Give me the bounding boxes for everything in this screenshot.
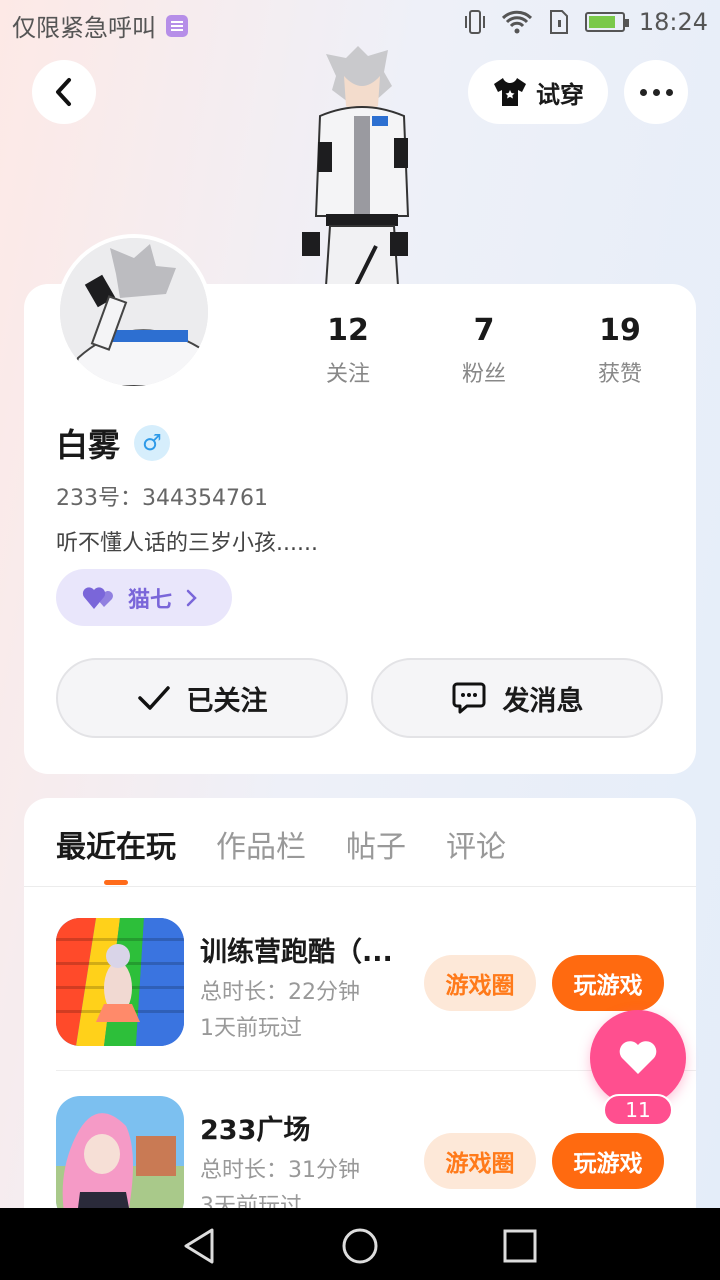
game-duration: 总时长：22分钟 bbox=[200, 980, 360, 1005]
character-figure bbox=[302, 46, 410, 286]
check-icon bbox=[137, 686, 170, 710]
nav-back-icon[interactable] bbox=[180, 1226, 220, 1266]
activity-card: 最近在玩 作品栏 帖子 评论 训练营跑酷（... 总时长：22分钟 1天前玩过 … bbox=[24, 798, 696, 1238]
game-title: 233广场 bbox=[200, 1115, 311, 1146]
sim-icon bbox=[549, 10, 568, 34]
vibrate-icon bbox=[464, 10, 485, 34]
stat-label: 粉丝 bbox=[461, 362, 506, 387]
game-icon bbox=[56, 918, 184, 1046]
stat-following[interactable]: 12 关注 bbox=[280, 313, 416, 388]
game-circle-button[interactable]: 游戏圈 bbox=[424, 955, 536, 1011]
stat-value: 7 bbox=[473, 313, 495, 348]
stat-fans[interactable]: 7 粉丝 bbox=[416, 313, 552, 388]
user-id: 233号：344354761 bbox=[56, 486, 268, 511]
avatar-image bbox=[60, 238, 208, 386]
cp-tag[interactable]: 猫七 bbox=[56, 569, 232, 626]
tab-recently-played[interactable]: 最近在玩 bbox=[56, 822, 176, 866]
cp-tag-label: 猫七 bbox=[128, 587, 173, 613]
system-nav-bar bbox=[0, 1208, 720, 1280]
followed-button[interactable]: 已关注 bbox=[56, 658, 348, 738]
tab-posts[interactable]: 帖子 bbox=[346, 822, 406, 866]
like-count-badge: 11 bbox=[603, 1094, 673, 1126]
back-icon bbox=[56, 78, 71, 106]
chat-icon bbox=[452, 682, 485, 714]
like-button[interactable] bbox=[590, 1010, 686, 1106]
stat-value: 19 bbox=[599, 313, 641, 348]
followed-label: 已关注 bbox=[186, 685, 268, 717]
heart-icon bbox=[619, 1041, 657, 1074]
game-icon bbox=[56, 1096, 184, 1224]
nav-home-icon[interactable] bbox=[340, 1226, 380, 1266]
stat-label: 关注 bbox=[325, 362, 370, 387]
game-duration: 总时长：31分钟 bbox=[200, 1158, 360, 1183]
game-circle-button[interactable]: 游戏圈 bbox=[424, 1133, 536, 1189]
tab-works[interactable]: 作品栏 bbox=[216, 822, 306, 866]
send-message-button[interactable]: 发消息 bbox=[371, 658, 663, 738]
tshirt-icon bbox=[494, 78, 526, 106]
male-icon: ♂ bbox=[134, 425, 171, 461]
stat-label: 获赞 bbox=[597, 362, 642, 387]
battery-charging-icon bbox=[584, 12, 629, 32]
stat-value: 12 bbox=[327, 313, 369, 348]
user-name: 白雾 bbox=[56, 426, 121, 464]
active-tab-indicator bbox=[104, 880, 128, 885]
avatar[interactable] bbox=[56, 234, 212, 390]
more-button[interactable] bbox=[624, 60, 688, 124]
clock: 18:24 bbox=[638, 8, 708, 36]
stat-likes[interactable]: 19 获赞 bbox=[552, 313, 688, 388]
message-icon bbox=[166, 14, 188, 37]
tab-bar: 最近在玩 作品栏 帖子 评论 bbox=[56, 822, 506, 866]
chevron-right-icon bbox=[186, 589, 197, 606]
try-on-button[interactable]: 试穿 bbox=[468, 60, 608, 124]
profile-stats: 12 关注 7 粉丝 19 获赞 bbox=[280, 313, 696, 388]
wifi-icon bbox=[501, 10, 532, 34]
try-on-label: 试穿 bbox=[536, 80, 584, 109]
status-bar: 仅限紧急呼叫 18:24 bbox=[0, 0, 720, 50]
play-game-button[interactable]: 玩游戏 bbox=[552, 955, 664, 1011]
game-title: 训练营跑酷（... bbox=[200, 937, 393, 968]
back-button[interactable] bbox=[32, 60, 96, 124]
nav-recents-icon[interactable] bbox=[502, 1226, 538, 1266]
game-row[interactable]: 训练营跑酷（... 总时长：22分钟 1天前玩过 游戏圈 玩游戏 bbox=[56, 918, 664, 1058]
more-icon bbox=[639, 88, 673, 96]
send-message-label: 发消息 bbox=[502, 685, 584, 717]
double-heart-icon bbox=[82, 586, 113, 609]
user-bio: 听不懂人话的三岁小孩...... bbox=[56, 531, 318, 556]
tab-comments[interactable]: 评论 bbox=[446, 822, 506, 866]
carrier-text: 仅限紧急呼叫 bbox=[12, 14, 156, 42]
name-row: 白雾 ♂ bbox=[56, 420, 171, 466]
play-game-button[interactable]: 玩游戏 bbox=[552, 1133, 664, 1189]
divider bbox=[24, 886, 696, 887]
game-last-played: 1天前玩过 bbox=[200, 1016, 302, 1041]
